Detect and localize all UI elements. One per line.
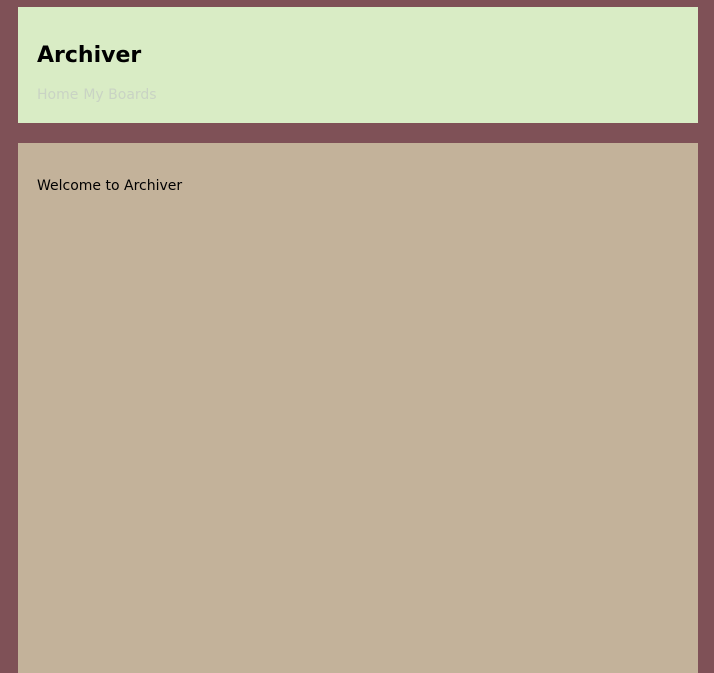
welcome-message: Welcome to Archiver [37,178,183,194]
header: Archiver Home My Boards [18,7,698,123]
main-nav: Home My Boards [37,86,157,104]
main-content: Welcome to Archiver [18,143,698,673]
nav-link-my-boards[interactable]: My Boards [83,87,156,103]
site-title: Archiver [37,43,142,68]
nav-link-home[interactable]: Home [37,87,78,103]
